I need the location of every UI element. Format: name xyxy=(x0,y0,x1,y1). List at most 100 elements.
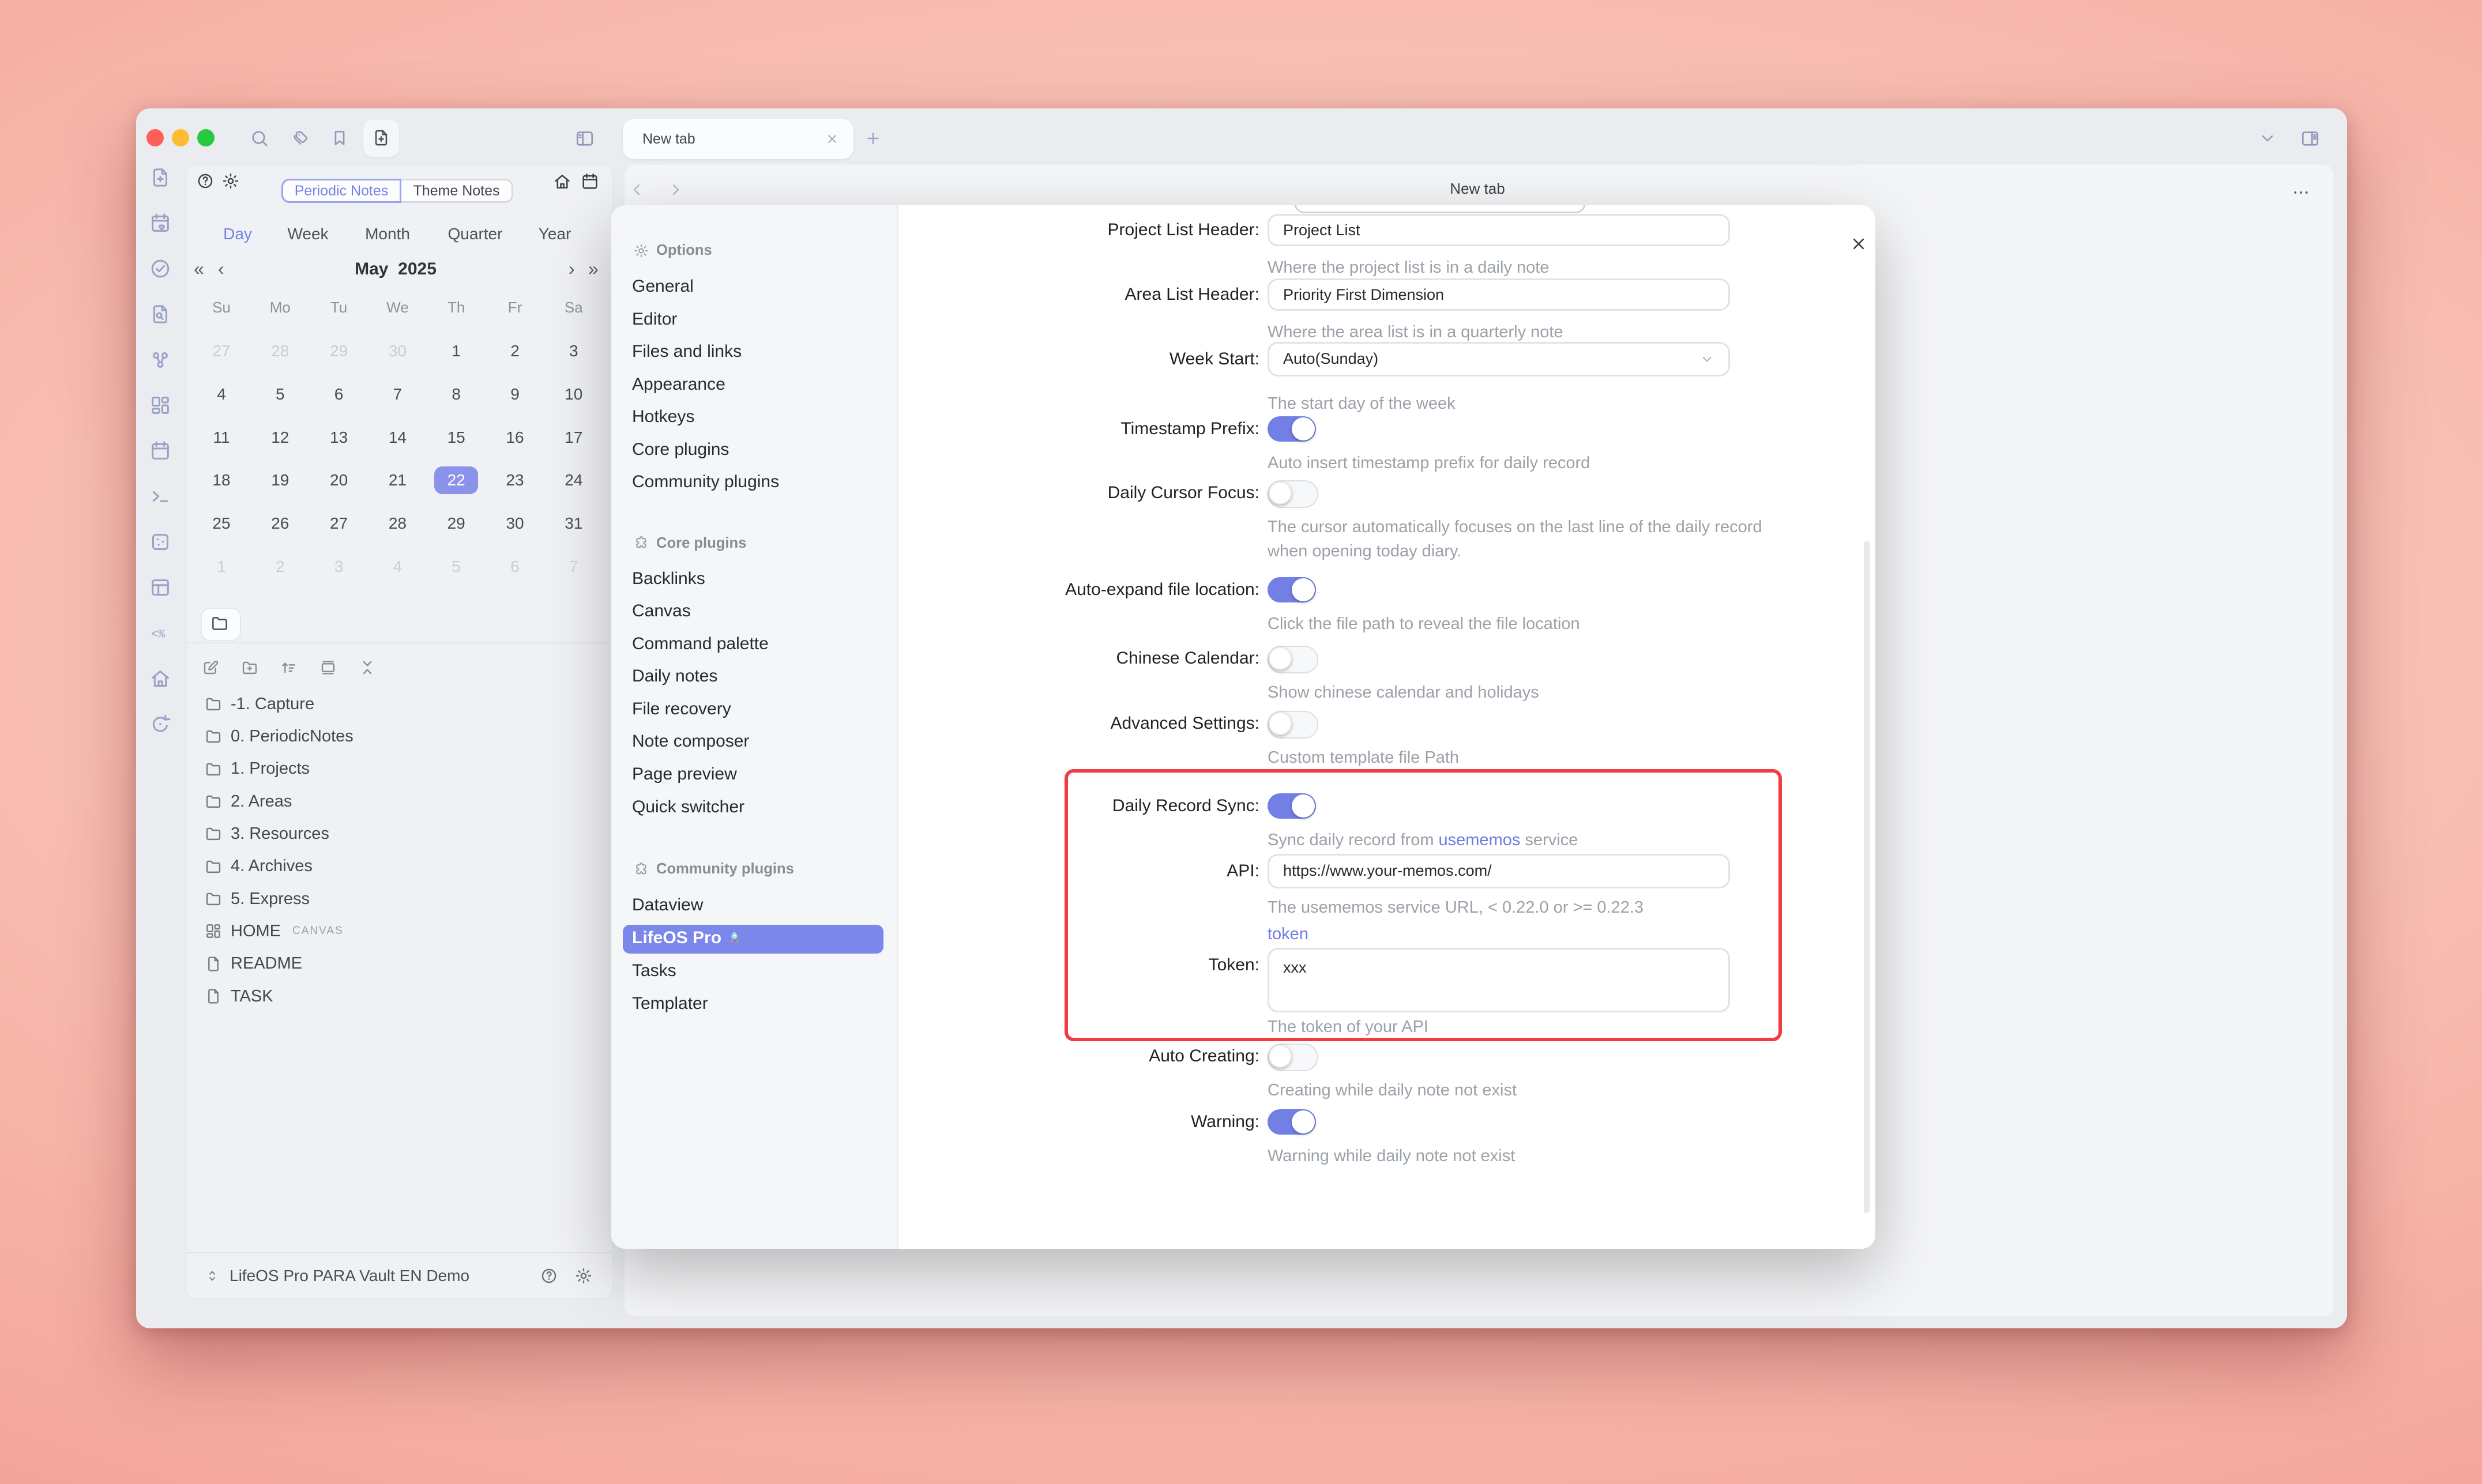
gear-icon[interactable] xyxy=(574,1267,593,1285)
settings-nav-item[interactable]: Community plugins xyxy=(632,472,779,492)
rail-dice-icon[interactable] xyxy=(149,530,172,553)
calendar-day[interactable]: 22 xyxy=(434,466,478,494)
calendar-day[interactable]: 29 xyxy=(432,509,480,538)
file-tree-item[interactable]: 1. Projects xyxy=(204,756,596,782)
rail-layout-icon[interactable] xyxy=(149,576,172,599)
calendar-day[interactable]: 6 xyxy=(491,552,539,582)
calendar-icon[interactable] xyxy=(580,172,600,191)
rail-file-search-icon[interactable] xyxy=(149,303,172,326)
timestamp-prefix-toggle[interactable] xyxy=(1268,416,1316,442)
calendar-day[interactable]: 2 xyxy=(491,336,539,366)
calendar-day[interactable]: 7 xyxy=(373,379,422,409)
calendar-day[interactable]: 27 xyxy=(315,509,363,538)
file-toolbar-sort-icon[interactable] xyxy=(280,658,298,677)
area-list-header-input[interactable]: Priority First Dimension xyxy=(1268,278,1730,311)
calendar-prev-icon[interactable]: ‹ xyxy=(218,258,224,280)
help-icon[interactable] xyxy=(196,172,215,190)
calendar-day[interactable]: 4 xyxy=(197,379,246,409)
calendar-day[interactable]: 3 xyxy=(550,336,598,366)
week-start-select[interactable]: Auto(Sunday) xyxy=(1268,342,1730,376)
calendar-fast-prev-icon[interactable]: « xyxy=(194,258,204,280)
file-toolbar-rows-icon[interactable] xyxy=(319,658,337,677)
file-tree-item[interactable]: -1. Capture xyxy=(204,691,596,717)
calendar-day[interactable]: 14 xyxy=(373,423,422,453)
rail-calendar-icon[interactable] xyxy=(149,439,172,462)
settings-nav-item[interactable]: Dataview xyxy=(632,895,703,915)
calendar-day[interactable]: 18 xyxy=(197,465,246,495)
close-icon[interactable] xyxy=(1849,234,1868,254)
tab-periodic-notes[interactable]: Periodic Notes xyxy=(281,179,401,203)
rail-home-icon[interactable] xyxy=(149,667,172,690)
modal-scrollbar[interactable] xyxy=(1864,541,1870,1213)
auto-expand-file-location-toggle[interactable] xyxy=(1268,577,1316,602)
file-tree-item[interactable]: 0. PeriodicNotes xyxy=(204,724,596,749)
rail-terminal-icon[interactable] xyxy=(149,485,172,508)
file-tree-item[interactable]: 5. Express xyxy=(204,886,596,912)
home-icon[interactable] xyxy=(552,172,572,191)
calendar-day[interactable]: 23 xyxy=(491,465,539,495)
file-tree-item[interactable]: 3. Resources xyxy=(204,821,596,846)
back-icon[interactable] xyxy=(627,180,647,199)
tab-theme-notes[interactable]: Theme Notes xyxy=(401,179,513,203)
calendar-day[interactable]: 10 xyxy=(550,379,598,409)
minimize-window-button[interactable] xyxy=(172,129,189,146)
calendar-next-icon[interactable]: › xyxy=(569,258,575,280)
calendar-day[interactable]: 26 xyxy=(256,509,304,538)
help-icon[interactable] xyxy=(540,1267,558,1285)
rail-new-note-icon[interactable] xyxy=(149,166,172,189)
sidebar-right-toggle-icon[interactable] xyxy=(2300,128,2321,149)
calendar-day[interactable]: 13 xyxy=(315,423,363,453)
auto-creating-toggle[interactable] xyxy=(1268,1044,1318,1071)
file-tree-item[interactable]: HOMECANVAS xyxy=(204,918,596,944)
calendar-day[interactable]: 15 xyxy=(432,423,480,453)
file-tree-item[interactable]: 2. Areas xyxy=(204,789,596,814)
tab-new-tab[interactable]: New tab xyxy=(623,119,853,159)
tags-icon[interactable] xyxy=(291,128,310,148)
calendar-day[interactable]: 31 xyxy=(550,509,598,538)
calendar-day[interactable]: 29 xyxy=(315,336,363,366)
rail-graph-icon[interactable] xyxy=(149,348,172,371)
sidebar-left-toggle-icon[interactable] xyxy=(574,128,595,149)
rail-templater-icon[interactable]: <% xyxy=(149,622,172,645)
warning-toggle[interactable] xyxy=(1268,1109,1316,1135)
calendar-day[interactable]: 20 xyxy=(315,465,363,495)
settings-nav-item[interactable]: Core plugins xyxy=(632,440,729,459)
calendar-day[interactable]: 24 xyxy=(550,465,598,495)
calendar-day[interactable]: 16 xyxy=(491,423,539,453)
period-tab-quarter[interactable]: Quarter xyxy=(448,225,503,243)
gear-icon[interactable] xyxy=(221,172,240,190)
settings-nav-item[interactable]: General xyxy=(632,277,694,296)
calendar-day[interactable]: 5 xyxy=(256,379,304,409)
settings-nav-item[interactable]: Hotkeys xyxy=(632,407,694,427)
settings-nav-item[interactable]: LifeOS Pro xyxy=(632,928,743,948)
new-tab-plus-icon[interactable] xyxy=(864,129,882,148)
calendar-day[interactable]: 4 xyxy=(373,552,422,582)
close-window-button[interactable] xyxy=(146,129,164,146)
tab-close-icon[interactable] xyxy=(825,131,840,146)
calendar-day[interactable]: 1 xyxy=(432,336,480,366)
calendar-day[interactable]: 7 xyxy=(550,552,598,582)
calendar-day[interactable]: 8 xyxy=(432,379,480,409)
calendar-day[interactable]: 30 xyxy=(491,509,539,538)
period-tab-week[interactable]: Week xyxy=(287,225,328,243)
file-tree-item[interactable]: README xyxy=(204,951,596,977)
settings-nav-item[interactable]: Command palette xyxy=(632,634,769,654)
calendar-day[interactable]: 21 xyxy=(373,465,422,495)
calendar-day[interactable]: 2 xyxy=(256,552,304,582)
chevron-down-icon[interactable] xyxy=(2258,129,2277,148)
settings-nav-item[interactable]: Note composer xyxy=(632,732,749,751)
settings-nav-item[interactable]: Daily notes xyxy=(632,666,717,686)
rail-canvas-icon[interactable] xyxy=(149,394,172,417)
calendar-day[interactable]: 9 xyxy=(491,379,539,409)
settings-nav-item[interactable]: Quick switcher xyxy=(632,797,744,817)
file-toolbar-new-folder-icon[interactable] xyxy=(240,658,259,677)
settings-nav-item[interactable]: Editor xyxy=(632,310,677,329)
settings-nav-item[interactable]: Backlinks xyxy=(632,569,705,589)
calendar-day[interactable]: 19 xyxy=(256,465,304,495)
period-tab-day[interactable]: Day xyxy=(223,225,252,243)
calendar-day[interactable]: 6 xyxy=(315,379,363,409)
file-toolbar-edit-icon[interactable] xyxy=(201,658,220,677)
calendar-day[interactable]: 28 xyxy=(256,336,304,366)
more-icon[interactable] xyxy=(2291,182,2311,203)
bookmark-icon[interactable] xyxy=(330,128,349,148)
